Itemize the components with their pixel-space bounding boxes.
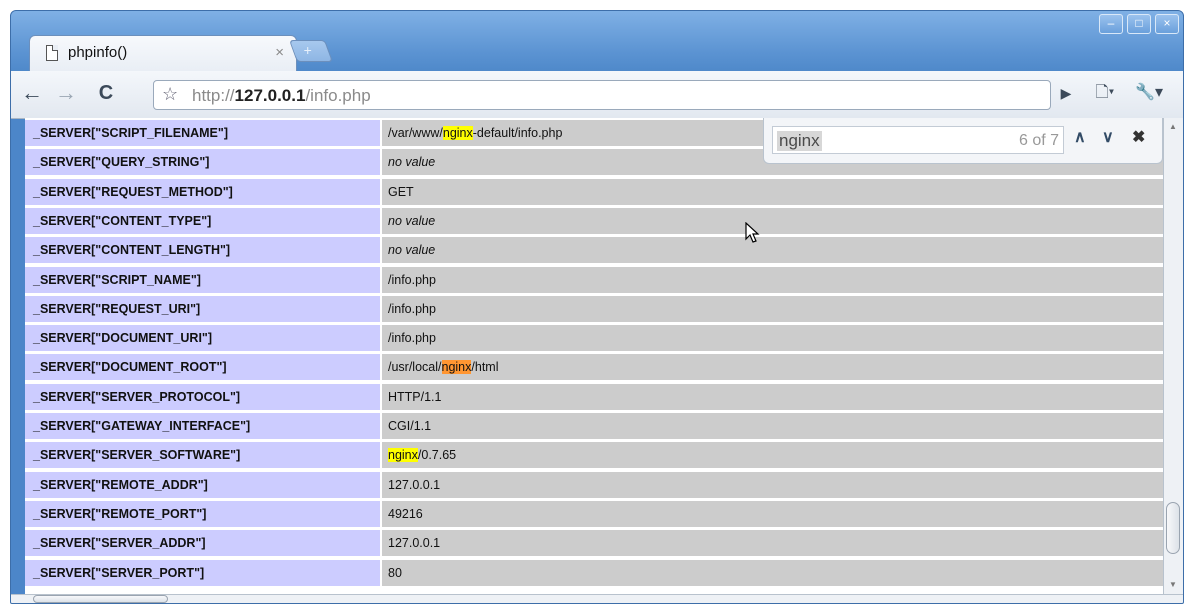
find-next-button[interactable]: ∨ — [1102, 127, 1114, 147]
url-scheme: http:// — [192, 86, 235, 105]
row-key: _SERVER["SERVER_ADDR"] — [25, 530, 380, 557]
find-match-highlight: nginx — [442, 126, 473, 140]
find-match-count: 6 of 7 — [1018, 132, 1059, 149]
title-bar: phpinfo() × + – □ × — [11, 11, 1183, 71]
new-tab-button[interactable]: + — [288, 40, 334, 62]
row-key: _SERVER["SERVER_SOFTWARE"] — [25, 442, 380, 469]
tab-close-icon[interactable]: × — [275, 44, 284, 61]
value-text: /var/www/ — [388, 126, 443, 140]
table-row: _SERVER["CONTENT_TYPE"] no value — [25, 207, 1163, 237]
row-key: _SERVER["CONTENT_TYPE"] — [25, 207, 380, 234]
row-value: GET — [382, 178, 1163, 205]
row-value: /info.php — [382, 266, 1163, 293]
row-key: _SERVER["REMOTE_ADDR"] — [25, 471, 380, 498]
find-previous-button[interactable]: ∧ — [1074, 127, 1086, 147]
horizontal-scrollbar-thumb[interactable] — [33, 595, 168, 603]
table-row: _SERVER["DOCUMENT_URI"]/info.php — [25, 325, 1163, 355]
row-value: 49216 — [382, 500, 1163, 527]
row-key: _SERVER["SERVER_PROTOCOL"] — [25, 383, 380, 410]
go-button[interactable]: ▶ — [1051, 79, 1081, 107]
maximize-button[interactable]: □ — [1127, 14, 1151, 34]
value-text: /0.7.65 — [417, 448, 457, 463]
url-host: 127.0.0.1 — [234, 86, 306, 105]
find-close-button[interactable]: ✖ — [1132, 127, 1145, 147]
table-row: _SERVER["REQUEST_METHOD"] GET — [25, 178, 1163, 208]
url-text[interactable]: http://127.0.0.1/info.php — [192, 86, 371, 106]
table-row: _SERVER["CONTENT_LENGTH"] no value — [25, 237, 1163, 267]
table-row: _SERVER["REQUEST_URI"]/info.php — [25, 295, 1163, 325]
table-row: _SERVER["REMOTE_ADDR"] 127.0.0.1 — [25, 471, 1163, 501]
toolbar: ← → C ☆ http://127.0.0.1/info.php ▶ 🗋▾ 🔧… — [11, 71, 1183, 119]
row-value: CGI/1.1 — [382, 413, 1163, 439]
row-key: _SERVER["REMOTE_PORT"] — [25, 500, 380, 527]
reload-button[interactable]: C — [91, 79, 121, 107]
row-key: _SERVER["SERVER_PORT"] — [25, 559, 380, 586]
row-key: _SERVER["CONTENT_LENGTH"] — [25, 237, 380, 264]
row-key: _SERVER["REQUEST_METHOD"] — [25, 178, 380, 205]
tab-phpinfo[interactable]: phpinfo() × — [29, 35, 297, 71]
vertical-scrollbar[interactable]: ▲ ▼ — [1163, 118, 1183, 594]
horizontal-scrollbar[interactable] — [11, 594, 1183, 603]
find-bar: nginx 6 of 7 ∧ ∨ ✖ — [763, 118, 1163, 164]
wrench-menu-button[interactable]: 🔧▾ — [1129, 79, 1169, 107]
url-path: /info.php — [305, 86, 371, 105]
row-key: _SERVER["QUERY_STRING"] — [25, 149, 380, 176]
row-value: nginx/0.7.65 — [382, 442, 1163, 469]
row-value: /info.php — [382, 325, 1163, 352]
row-key: _SERVER["GATEWAY_INTERFACE"] — [25, 413, 380, 439]
address-bar[interactable]: ☆ http://127.0.0.1/info.php — [153, 80, 1051, 110]
row-value: /usr/local/nginx/html — [382, 354, 1163, 381]
find-match-highlight: nginx — [441, 360, 472, 375]
row-value: 127.0.0.1 — [382, 471, 1163, 498]
table-row: _SERVER["SERVER_ADDR"] 127.0.0.1 — [25, 530, 1163, 560]
row-value: 127.0.0.1 — [382, 530, 1163, 557]
close-window-button[interactable]: × — [1155, 14, 1179, 34]
table-row: _SERVER["SERVER_PORT"] 80 — [25, 559, 1163, 589]
plus-icon: + — [303, 42, 312, 58]
bookmark-star-icon[interactable]: ☆ — [162, 84, 178, 105]
row-key: _SERVER["DOCUMENT_ROOT"] — [25, 354, 380, 381]
page-menu-button[interactable]: 🗋▾ — [1087, 79, 1123, 107]
value-text: /html — [471, 360, 499, 375]
row-key: _SERVER["REQUEST_URI"] — [25, 295, 380, 322]
row-key: _SERVER["SCRIPT_FILENAME"] — [25, 120, 380, 146]
page-content: _SERVER["SCRIPT_FILENAME"] /var/www/nginx… — [25, 118, 1163, 594]
table-row: _SERVER["SERVER_SOFTWARE"] nginx/0.7.65 — [25, 442, 1163, 472]
find-input[interactable]: nginx 6 of 7 — [772, 126, 1064, 154]
scroll-down-arrow-icon[interactable]: ▼ — [1169, 580, 1177, 589]
tab-title: phpinfo() — [68, 44, 128, 61]
table-row: _SERVER["REMOTE_PORT"] 49216 — [25, 500, 1163, 530]
row-value: HTTP/1.1 — [382, 383, 1163, 410]
table-row: _SERVER["DOCUMENT_ROOT"]/usr/local/nginx… — [25, 354, 1163, 384]
value-text: -default/info.php — [472, 126, 563, 140]
forward-button[interactable]: → — [51, 79, 81, 107]
browser-window: phpinfo() × + – □ × ← → C ☆ http://127.0… — [10, 10, 1184, 604]
table-row: _SERVER["GATEWAY_INTERFACE"] CGI/1.1 — [25, 413, 1163, 442]
row-key: _SERVER["DOCUMENT_URI"] — [25, 325, 380, 352]
find-query[interactable]: nginx — [777, 131, 822, 151]
row-value: 80 — [382, 559, 1163, 586]
row-key: _SERVER["SCRIPT_NAME"] — [25, 266, 380, 293]
find-match-highlight: nginx — [388, 448, 418, 463]
value-text: /usr/local/ — [388, 360, 442, 375]
table-row: _SERVER["SCRIPT_NAME"]/info.php — [25, 266, 1163, 296]
mouse-cursor-icon — [745, 222, 760, 243]
row-value: /info.php — [382, 295, 1163, 322]
scrollbar-thumb[interactable] — [1166, 502, 1180, 554]
scroll-up-arrow-icon[interactable]: ▲ — [1169, 122, 1177, 131]
row-value: no value — [382, 237, 1163, 264]
row-value: no value — [382, 207, 1163, 234]
table-row: _SERVER["SERVER_PROTOCOL"] HTTP/1.1 — [25, 383, 1163, 413]
document-icon — [46, 45, 58, 61]
back-button[interactable]: ← — [17, 79, 47, 107]
minimize-button[interactable]: – — [1099, 14, 1123, 34]
